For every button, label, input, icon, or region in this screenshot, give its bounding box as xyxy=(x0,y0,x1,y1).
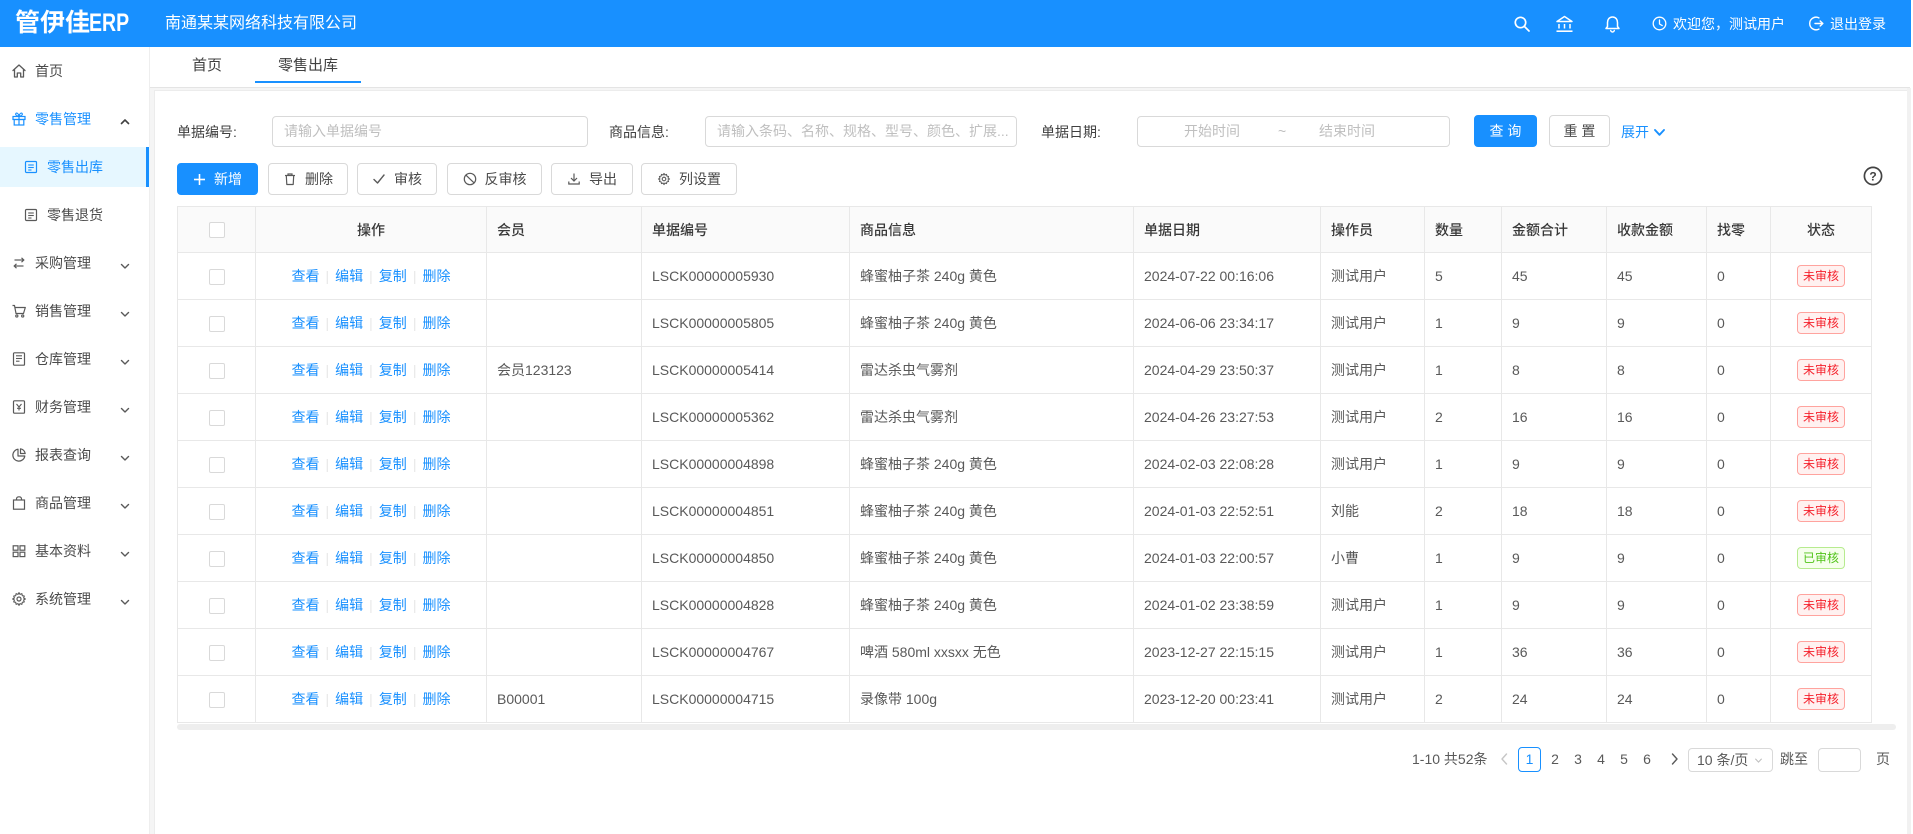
svg-text:?: ? xyxy=(1869,170,1876,184)
